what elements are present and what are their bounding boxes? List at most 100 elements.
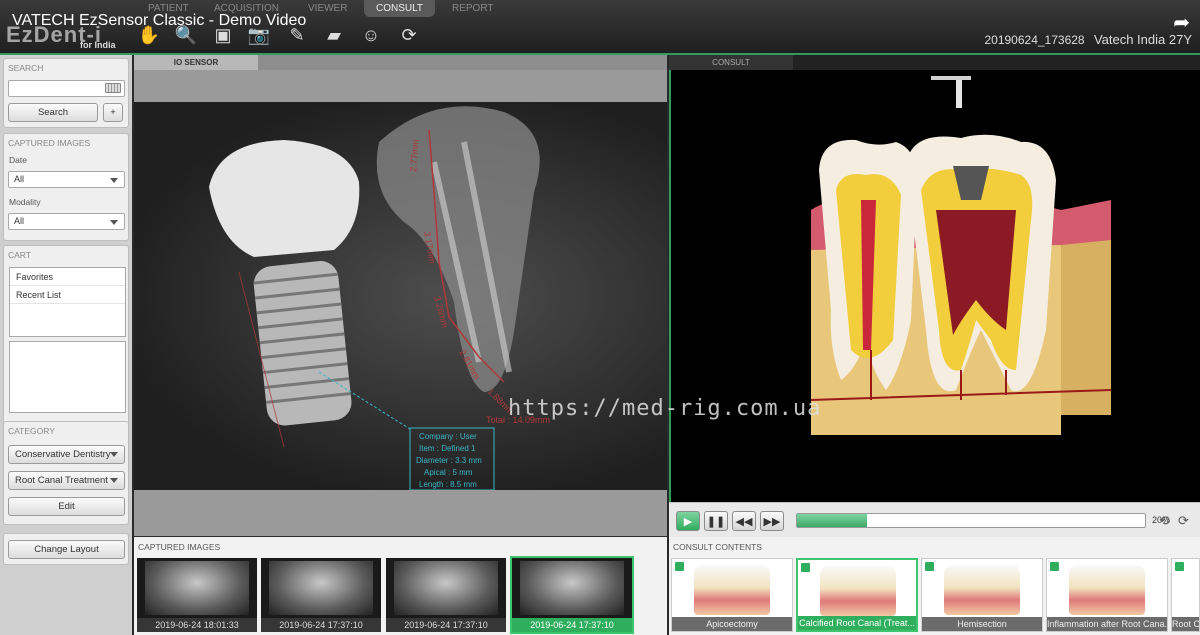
captured-thumbnail[interactable]: 2019-06-24 18:01:33 (137, 558, 257, 632)
captured-thumbnail-selected[interactable]: 2019-06-24 17:37:10 (510, 556, 634, 634)
magnifier-icon[interactable]: 🔍 (173, 22, 199, 48)
implant-screw-shape (253, 261, 352, 426)
eraser-icon[interactable]: ▰ (321, 22, 347, 48)
pan-hand-icon[interactable]: ✋ (136, 22, 162, 48)
chevron-down-icon (110, 478, 118, 483)
cart-list: Favorites Recent List (9, 267, 126, 337)
implant-info-2: Item : Defined 1 (419, 444, 476, 453)
consult-thumbnail-label: Calcified Root Canal (Treat... (798, 616, 916, 630)
xray-thumbnail-image (394, 561, 498, 615)
tab-report[interactable]: REPORT (440, 0, 506, 17)
video-player-controls: ▶ ❚❚ ◀◀ ▶▶ 20% ⟲ ⟳ (669, 502, 1200, 537)
captured-images-strip: CAPTURED IMAGES 2019-06-24 18:01:33 2019… (134, 537, 667, 635)
category-edit-button[interactable]: Edit (8, 497, 125, 516)
chevron-down-icon (110, 178, 118, 183)
image-viewer[interactable]: 2.77mm 3.17mm 3.26mm 2.81mm 1.88mm Total… (134, 70, 667, 536)
watermark-text: https://med-rig.com.ua (508, 396, 822, 421)
progress-fill (797, 514, 867, 527)
xray-thumbnail-image (520, 561, 624, 615)
chevron-down-icon (110, 452, 118, 457)
consult-thumbnail-label: Root C... (1172, 617, 1199, 631)
left-sidebar: SEARCH Search + CAPTURED IMAGES Date All… (0, 55, 132, 635)
tooth-crown-shape (376, 106, 540, 393)
consult-thumbnail[interactable]: Hemisection (921, 558, 1043, 632)
camera-icon[interactable]: 📷 (246, 22, 272, 48)
captured-images-panel: CAPTURED IMAGES Date All Modality All (3, 133, 129, 241)
implant-info-5: Length : 8.5 mm (419, 480, 477, 489)
category-secondary-select[interactable]: Root Canal Treatment (8, 471, 125, 490)
category-secondary-value: Root Canal Treatment (15, 475, 108, 486)
xray-thumbnail-image (145, 561, 249, 615)
consult-header: CONSULT (669, 55, 1200, 70)
session-info: 20190624_173628 Vatech India 27Y (984, 32, 1192, 47)
drill-shape (956, 78, 962, 108)
cart-detail-list[interactable] (9, 341, 126, 413)
consult-thumbnail-label: Inflammation after Root Cana... (1047, 617, 1167, 631)
tooth-anatomy-illustration (810, 76, 1112, 435)
consult-thumbnail[interactable]: Apicoectomy (671, 558, 793, 632)
consult-thumbnail-image (694, 565, 770, 615)
play-icon[interactable]: ▶ (676, 511, 700, 531)
repeat-icon[interactable]: ⟲ (1159, 513, 1170, 529)
tab-consult[interactable]: CONSULT (364, 0, 436, 17)
date-select-value: All (14, 174, 25, 184)
change-layout-button[interactable]: Change Layout (8, 540, 125, 559)
rewind-icon[interactable]: ◀◀ (732, 511, 756, 531)
captured-thumbnail[interactable]: 2019-06-24 17:37:10 (261, 558, 381, 632)
video-badge-icon (675, 562, 684, 571)
app-window: EzDent-i for India PATIENT ACQUISITION V… (0, 0, 1200, 635)
captured-strip-title: CAPTURED IMAGES (138, 542, 221, 552)
cart-item-favorites[interactable]: Favorites (10, 268, 125, 286)
consult-label[interactable]: CONSULT (669, 55, 793, 70)
date-label: Date (9, 155, 27, 165)
video-badge-icon (1175, 562, 1184, 571)
consult-thumbnail-image (1069, 565, 1145, 615)
implant-info-4: Apical : 5 mm (424, 468, 473, 477)
modality-select[interactable]: All (8, 213, 125, 230)
consult-view[interactable] (669, 70, 1200, 502)
thumbnail-date: 2019-06-24 17:37:10 (386, 618, 506, 632)
consult-thumbnail[interactable]: Inflammation after Root Cana... (1046, 558, 1168, 632)
progress-bar[interactable] (796, 513, 1146, 528)
thumbnail-date: 2019-06-24 17:37:10 (261, 618, 381, 632)
pause-icon[interactable]: ❚❚ (704, 511, 728, 531)
search-button[interactable]: Search (8, 103, 98, 122)
drill-handle-shape (931, 76, 971, 80)
loop-icon[interactable]: ⟳ (1178, 513, 1189, 529)
consult-thumbnail-label: Hemisection (922, 617, 1042, 631)
io-sensor-label[interactable]: IO SENSOR (134, 55, 258, 70)
date-select[interactable]: All (8, 171, 125, 188)
add-search-button[interactable]: + (103, 103, 123, 122)
session-id: 20190624_173628 (984, 33, 1085, 47)
xray-thumbnail-image (269, 561, 373, 615)
chevron-down-icon (110, 220, 118, 225)
consult-thumbnail-selected[interactable]: Calcified Root Canal (Treat... (796, 558, 918, 632)
consult-contents-strip: CONSULT CONTENTS Apicoectomy Calcified R… (669, 537, 1200, 635)
io-sensor-header: IO SENSOR (134, 55, 667, 70)
video-badge-icon (925, 562, 934, 571)
modality-label: Modality (9, 197, 41, 207)
consult-strip-title: CONSULT CONTENTS (673, 542, 762, 552)
video-badge-icon (801, 563, 810, 572)
xray-image[interactable]: 2.77mm 3.17mm 3.26mm 2.81mm 1.88mm Total… (134, 102, 667, 491)
category-panel: CATEGORY Conservative Dentistry Root Can… (3, 421, 129, 525)
captured-thumbnail[interactable]: 2019-06-24 17:37:10 (386, 558, 506, 632)
consult-thumbnail[interactable]: Root C... (1171, 558, 1200, 632)
top-bar: EzDent-i for India PATIENT ACQUISITION V… (0, 0, 1200, 55)
consult-thumbnail-image (944, 565, 1020, 615)
pen-draw-icon[interactable]: ✎ (284, 22, 310, 48)
category-primary-select[interactable]: Conservative Dentistry (8, 445, 125, 464)
cart-panel-title: CART (8, 250, 31, 260)
camera-refresh-icon[interactable]: ⟳ (396, 22, 422, 48)
consult-thumbnail-image (820, 566, 896, 616)
face-icon[interactable]: ☺ (358, 22, 384, 48)
search-panel-title: SEARCH (8, 63, 44, 73)
layout-panel: Change Layout (3, 533, 129, 565)
implant-info-1: Company : User (419, 432, 477, 441)
keyboard-icon[interactable] (105, 83, 121, 93)
category-panel-title: CATEGORY (8, 426, 55, 436)
capture-screen-icon[interactable]: ▣ (210, 22, 236, 48)
fast-forward-icon[interactable]: ▶▶ (760, 511, 784, 531)
cart-item-recent-list[interactable]: Recent List (10, 286, 125, 304)
captured-panel-title: CAPTURED IMAGES (8, 138, 91, 148)
